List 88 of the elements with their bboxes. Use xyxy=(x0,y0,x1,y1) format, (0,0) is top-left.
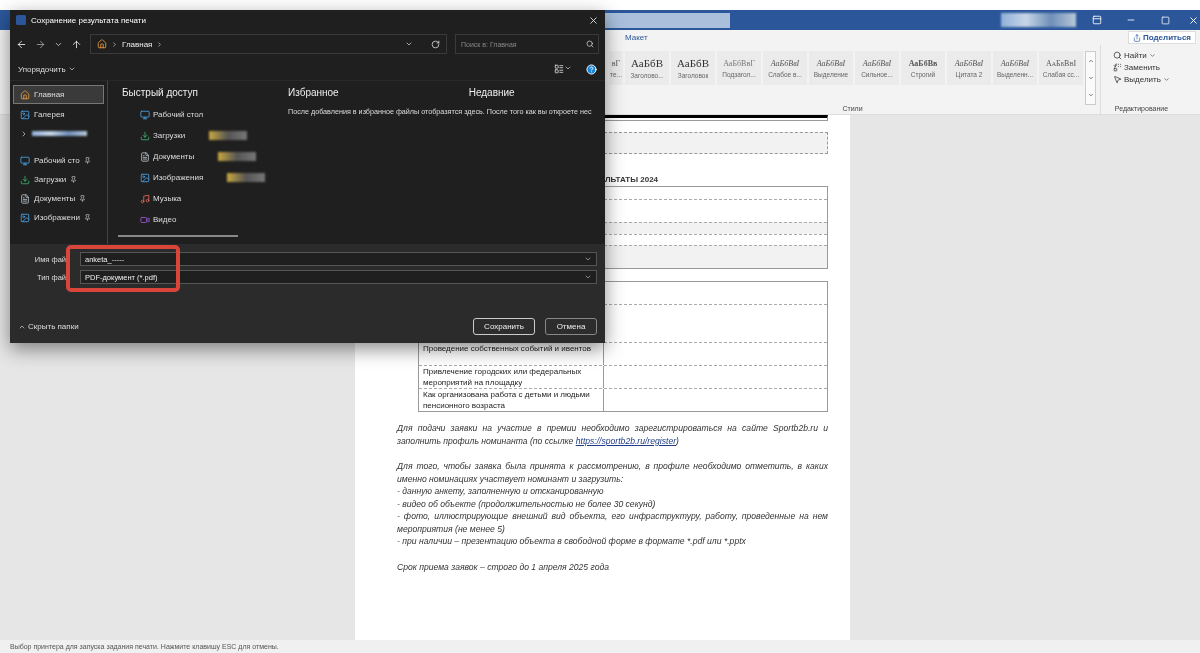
table-cell-text: Проведение собственных событий и ивентов xyxy=(423,343,593,355)
cancel-button[interactable]: Отмена xyxy=(545,318,597,335)
paragraph: - при наличии – презентацию объекта в свободной форме в формате *.pdf или *.pptx xyxy=(397,535,747,548)
chevron-down-icon xyxy=(584,273,592,281)
close-icon xyxy=(1187,14,1199,26)
breadcrumb[interactable]: Главная xyxy=(122,39,153,49)
paragraph: - фото, иллюстрирующие внешний вид объекта, его инфраструктуру, работу, проведенные на нем мероприятия (не менее 5) xyxy=(397,510,828,535)
paragraph: - видео об объекте (продолжительностью не более 30 секунд) xyxy=(397,497,657,510)
music-icon xyxy=(140,193,150,204)
save-button[interactable]: Сохранить xyxy=(473,318,535,335)
forward-button[interactable] xyxy=(35,38,46,50)
chevron-icon xyxy=(111,40,118,48)
close-icon xyxy=(588,14,599,26)
close-button[interactable] xyxy=(588,14,599,26)
sidebar-item[interactable]: Документы xyxy=(13,190,104,207)
scrollbar[interactable] xyxy=(118,235,238,237)
section-title: Избранное xyxy=(288,87,339,100)
document-icon xyxy=(140,151,150,162)
window-title: Сохранение результата печати xyxy=(31,15,146,25)
sidebar-item[interactable]: Главная xyxy=(13,85,104,104)
table-cell-text: Привлечение городских или федеральных мероприятий на площадку xyxy=(423,366,583,388)
gallery-icon xyxy=(20,109,30,120)
editing-button[interactable]: Заменить xyxy=(1113,63,1170,72)
folder-item[interactable]: Документы xyxy=(122,149,195,164)
organize-menu[interactable]: Упорядочить xyxy=(18,64,76,74)
picture-icon xyxy=(140,172,150,183)
section-title: Недавние xyxy=(468,87,515,100)
monitor-icon xyxy=(140,109,150,120)
chevron-up-icon xyxy=(1087,57,1094,64)
sidebar-item[interactable]: Галерея xyxy=(13,106,104,123)
paragraph: - данную анкету, заполненную и отсканированную xyxy=(397,485,605,498)
view-button[interactable] xyxy=(554,64,572,74)
editing-button[interactable]: Выделить xyxy=(1113,75,1170,84)
back-button[interactable] xyxy=(16,38,27,50)
replace-icon xyxy=(1113,63,1122,72)
chevron-down-icon xyxy=(1162,76,1170,83)
home-icon xyxy=(97,39,107,49)
chevron-down-icon xyxy=(1087,92,1094,99)
help-icon xyxy=(586,63,597,75)
folder-item[interactable]: Загрузки xyxy=(122,128,186,143)
gallery-scrollbar[interactable] xyxy=(1085,51,1096,105)
pointer-icon xyxy=(1113,75,1122,84)
chevron-down-icon xyxy=(564,64,572,72)
redacted-label xyxy=(32,131,87,136)
search-icon xyxy=(586,40,594,48)
arrow-right-icon xyxy=(35,38,46,50)
maximize-icon xyxy=(1160,15,1170,25)
video-icon xyxy=(140,214,150,225)
paragraph: Для подачи заявки на участие в премии необходимо зарегистрироваться на сайте Sportb2b.ru и заполнить профиль номинанта (по ссылке https://sportb2b.ru/register) xyxy=(397,422,828,447)
folder-item[interactable]: Рабочий стол xyxy=(122,107,204,122)
share-icon xyxy=(1133,33,1141,42)
chevron-down-icon xyxy=(405,40,413,48)
chevron-icon xyxy=(20,129,28,138)
chevron-down-icon xyxy=(584,255,592,263)
sidebar-item[interactable]: Изображени xyxy=(13,209,104,226)
chevron-icon xyxy=(156,40,164,48)
ribbon-tab[interactable]: Макет xyxy=(625,33,648,42)
sidebar-item[interactable]: Рабочий сто xyxy=(13,152,104,169)
chevron-down-icon xyxy=(1148,52,1156,59)
share-button[interactable]: Поделиться xyxy=(1128,31,1196,44)
arrow-up-icon xyxy=(71,38,82,50)
folder-item[interactable]: Изображения xyxy=(122,170,204,185)
folder-item[interactable]: Видео xyxy=(122,212,177,227)
app-icon xyxy=(16,15,26,25)
home-icon xyxy=(20,89,30,100)
up-button[interactable] xyxy=(71,38,82,50)
picture-icon xyxy=(20,212,30,223)
section-heading: ЛЬТАТЫ 2024 xyxy=(605,175,659,184)
paragraph: Для того, чтобы заявка была принята к рассмотрению, в профиле необходимо отметить, в каких именно номинациях участвует номинант и загрузить: xyxy=(397,460,828,485)
folder-item[interactable]: Музыка xyxy=(122,191,182,206)
download-icon xyxy=(140,130,150,141)
section-title: Быстрый доступ xyxy=(122,87,199,100)
hide-folders-button[interactable]: Скрыть папки xyxy=(18,322,79,331)
document-icon xyxy=(20,193,30,204)
address-bar[interactable]: Главная xyxy=(90,34,447,54)
panel-icon xyxy=(1092,15,1102,25)
editing-button[interactable]: Найти xyxy=(1113,51,1170,60)
arrow-left-icon xyxy=(16,38,27,50)
chevron-down-icon xyxy=(1087,75,1094,81)
list-view-icon xyxy=(554,64,564,74)
search-icon xyxy=(1113,51,1122,60)
chevron-down-icon xyxy=(67,65,76,73)
monitor-icon xyxy=(20,155,30,166)
sidebar-item[interactable]: Загрузки xyxy=(13,171,104,188)
table-cell-text: Как организована работа с детьми и людьми пенсионного возраста xyxy=(423,389,591,411)
download-icon xyxy=(20,174,30,185)
refresh-icon xyxy=(431,39,440,49)
paragraph: Срок приема заявок – строго до 1 апреля 2025 года xyxy=(397,560,610,573)
